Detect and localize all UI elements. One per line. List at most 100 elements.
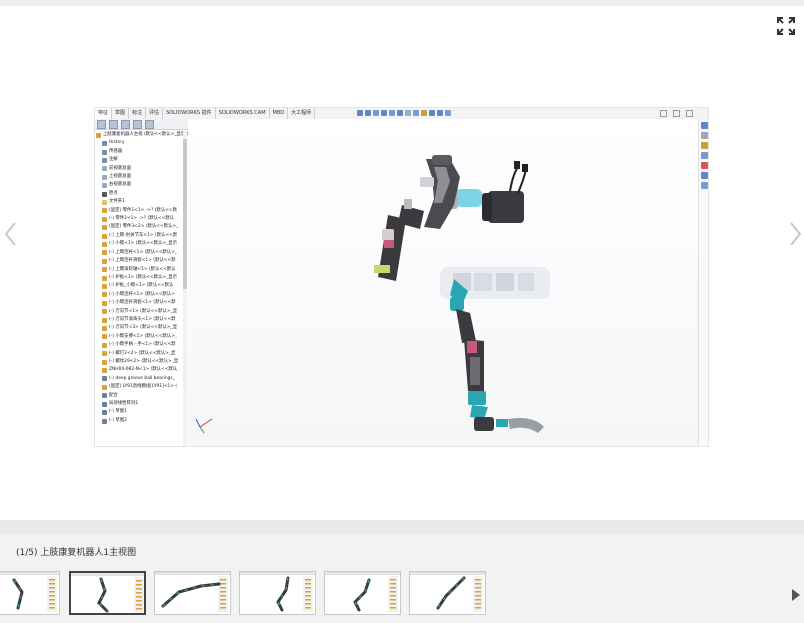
tree-item: (-) 万向节<1> (默认<<默认>_显 [95,308,188,316]
thumbnail-6[interactable] [409,571,486,615]
part-icon [102,258,107,264]
tree-item: ZNH04-082-N<1> (默认<<默认 [95,366,188,374]
tree-item-label: (-) 小臂连杆滑套<1> (默认<<默 [109,300,176,306]
tree-item: (-) 螺钉2<2> (默认<<默认>_显 [95,350,188,358]
restore-icon [673,110,680,117]
tree-item-label: (-) deep groove ball bearings_ [109,375,175,381]
tree-item-label: 局部线性阵列1 [109,401,139,406]
display-pane-icon [445,110,451,116]
tree-item-label: 原点 [109,190,118,196]
assembly-icon [96,132,101,138]
command-tab: 标注 [129,108,147,119]
section-view-icon [381,110,387,116]
previous-image-arrow-icon[interactable] [2,220,20,248]
pattern-icon [102,401,107,407]
tree-item-label: 前视基准面 [109,165,131,171]
annotation-icon [102,157,107,163]
bearing-icon [102,376,107,382]
tree-item-label: (-) 草图1 [109,409,127,415]
tree-item-label: (-) 万向节滚珠头<1> (默认<<默 [109,316,176,322]
display-style-icon [405,110,411,116]
tree-item-label: History [109,140,125,146]
part-icon [102,267,107,273]
command-tab: SOLIDWORKS CAM [216,108,270,119]
tree-item: (-) 零件2<1> ->? (默认<<默认 [95,215,188,223]
tree-item-label: (-) 护板<1> (默认<<默认>_显示 [109,274,178,280]
tree-item: (-) 小臂连杆滑套<1> (默认<<默 [95,299,188,307]
part-icon [102,292,107,298]
command-tab: 大工程师 [288,108,316,119]
custom-properties-icon [701,172,708,179]
tree-item: (固定) LY91直线模组[LY91]<1> ( [95,383,188,391]
thumbnail-4[interactable] [239,571,316,615]
tree-item-label: 上视基准面 [109,174,131,180]
thumbnail-preview [155,572,230,612]
part-icon [102,225,107,231]
thumbnail-3[interactable] [154,571,231,615]
part-icon [102,368,107,374]
part-icon [102,326,107,332]
part-icon [102,317,107,323]
tree-item-label: (-) 上臂-肘关节车<1> (默认<<默 [109,232,178,238]
home-icon [701,122,708,129]
tree-item-label: (-) 螺纹29<2> (默认<<默认>_显 [109,358,179,364]
tree-item-label: 注解 [109,157,118,163]
top-bar [0,0,804,6]
tree-item-label: (-) 万向节<3> (默认<<默认>_显 [109,325,178,331]
part-icon [102,208,107,214]
thumbnail-preview [410,572,485,612]
upper-frame [398,155,460,229]
part-icon [102,216,107,222]
tree-item-label: (-) 小臂手柄 - 手<1> (默认<<默 [109,342,176,348]
upper-arm [374,215,406,281]
tree-item: 原点 [95,190,188,198]
fullscreen-icon[interactable] [776,16,796,36]
tree-item-label: (-) 上臂滚轮轴<1> (默认<<默认 [109,266,176,272]
part-icon [102,233,107,239]
thumbnail-preview [0,572,59,612]
mate-icon [102,393,107,399]
part-icon [102,250,107,256]
tree-item: (-) 小臂手柄 - 手<1> (默认<<默 [95,341,188,349]
tree-item: (-) 草图2 [95,417,188,425]
part-icon [102,351,107,357]
tree-item: (-) 上臂滚轮轴<1> (默认<<默认 [95,266,188,274]
next-image-arrow-icon[interactable] [786,220,804,248]
configuration-tab-icon [121,119,130,129]
tree-item-label: ZNH04-082-N<1> (默认<<默认 [109,367,178,373]
elbow-link [440,267,550,311]
plane-icon [102,183,107,189]
command-tab: 评估 [146,108,164,119]
tree-item: 配合 [95,392,188,400]
tree-item: 右视基准面 [95,181,188,189]
view-settings-icon [437,110,443,116]
tree-item: (-) 小臂支撑<1> (默认<<默认>_ [95,333,188,341]
thumbnail-5[interactable] [324,571,401,615]
tree-item: (-) 上臂连杆滑套<1> (默认<<默 [95,257,188,265]
image-caption: (1/5) 上肢康复机器人1主视图 [16,548,137,558]
command-tab: SOLIDWORKS 插件 [163,108,216,119]
thumbnail-1[interactable] [0,571,60,615]
tree-item-label: (-) 零件2<1> ->? (默认<<默认 [109,216,175,222]
tree-item: (-) 草图1 [95,408,188,416]
tree-item: 局部线性阵列1 [95,400,188,408]
command-tab: MBD [270,108,289,119]
tree-item: 前视基准面 [95,165,188,173]
sensor-icon [102,149,107,155]
feature-manager-tabs [95,119,188,130]
plane-icon [102,174,107,180]
tree-item: 上视基准面 [95,173,188,181]
part-icon [102,359,107,365]
tree-item-label: (-) 万向节<1> (默认<<默认>_显 [109,308,178,314]
tree-item: (-) 小臂连杆<1> (默认<<默认> [95,291,188,299]
thumbnail-2[interactable] [69,571,146,615]
tree-item-label: 传感器 [109,148,123,154]
dimxpert-tab-icon [133,119,142,129]
graphics-area [188,119,698,446]
tree-item: (-) 螺纹29<2> (默认<<默认>_显 [95,358,188,366]
tree-item-label: (-) 草图2 [109,417,127,423]
view-orientation-icon [397,110,403,116]
robot-arm-model [195,155,550,434]
hide-show-icon [413,110,419,116]
tree-item: (-) 上臂连杆<1> (默认<<默认>_ [95,249,188,257]
